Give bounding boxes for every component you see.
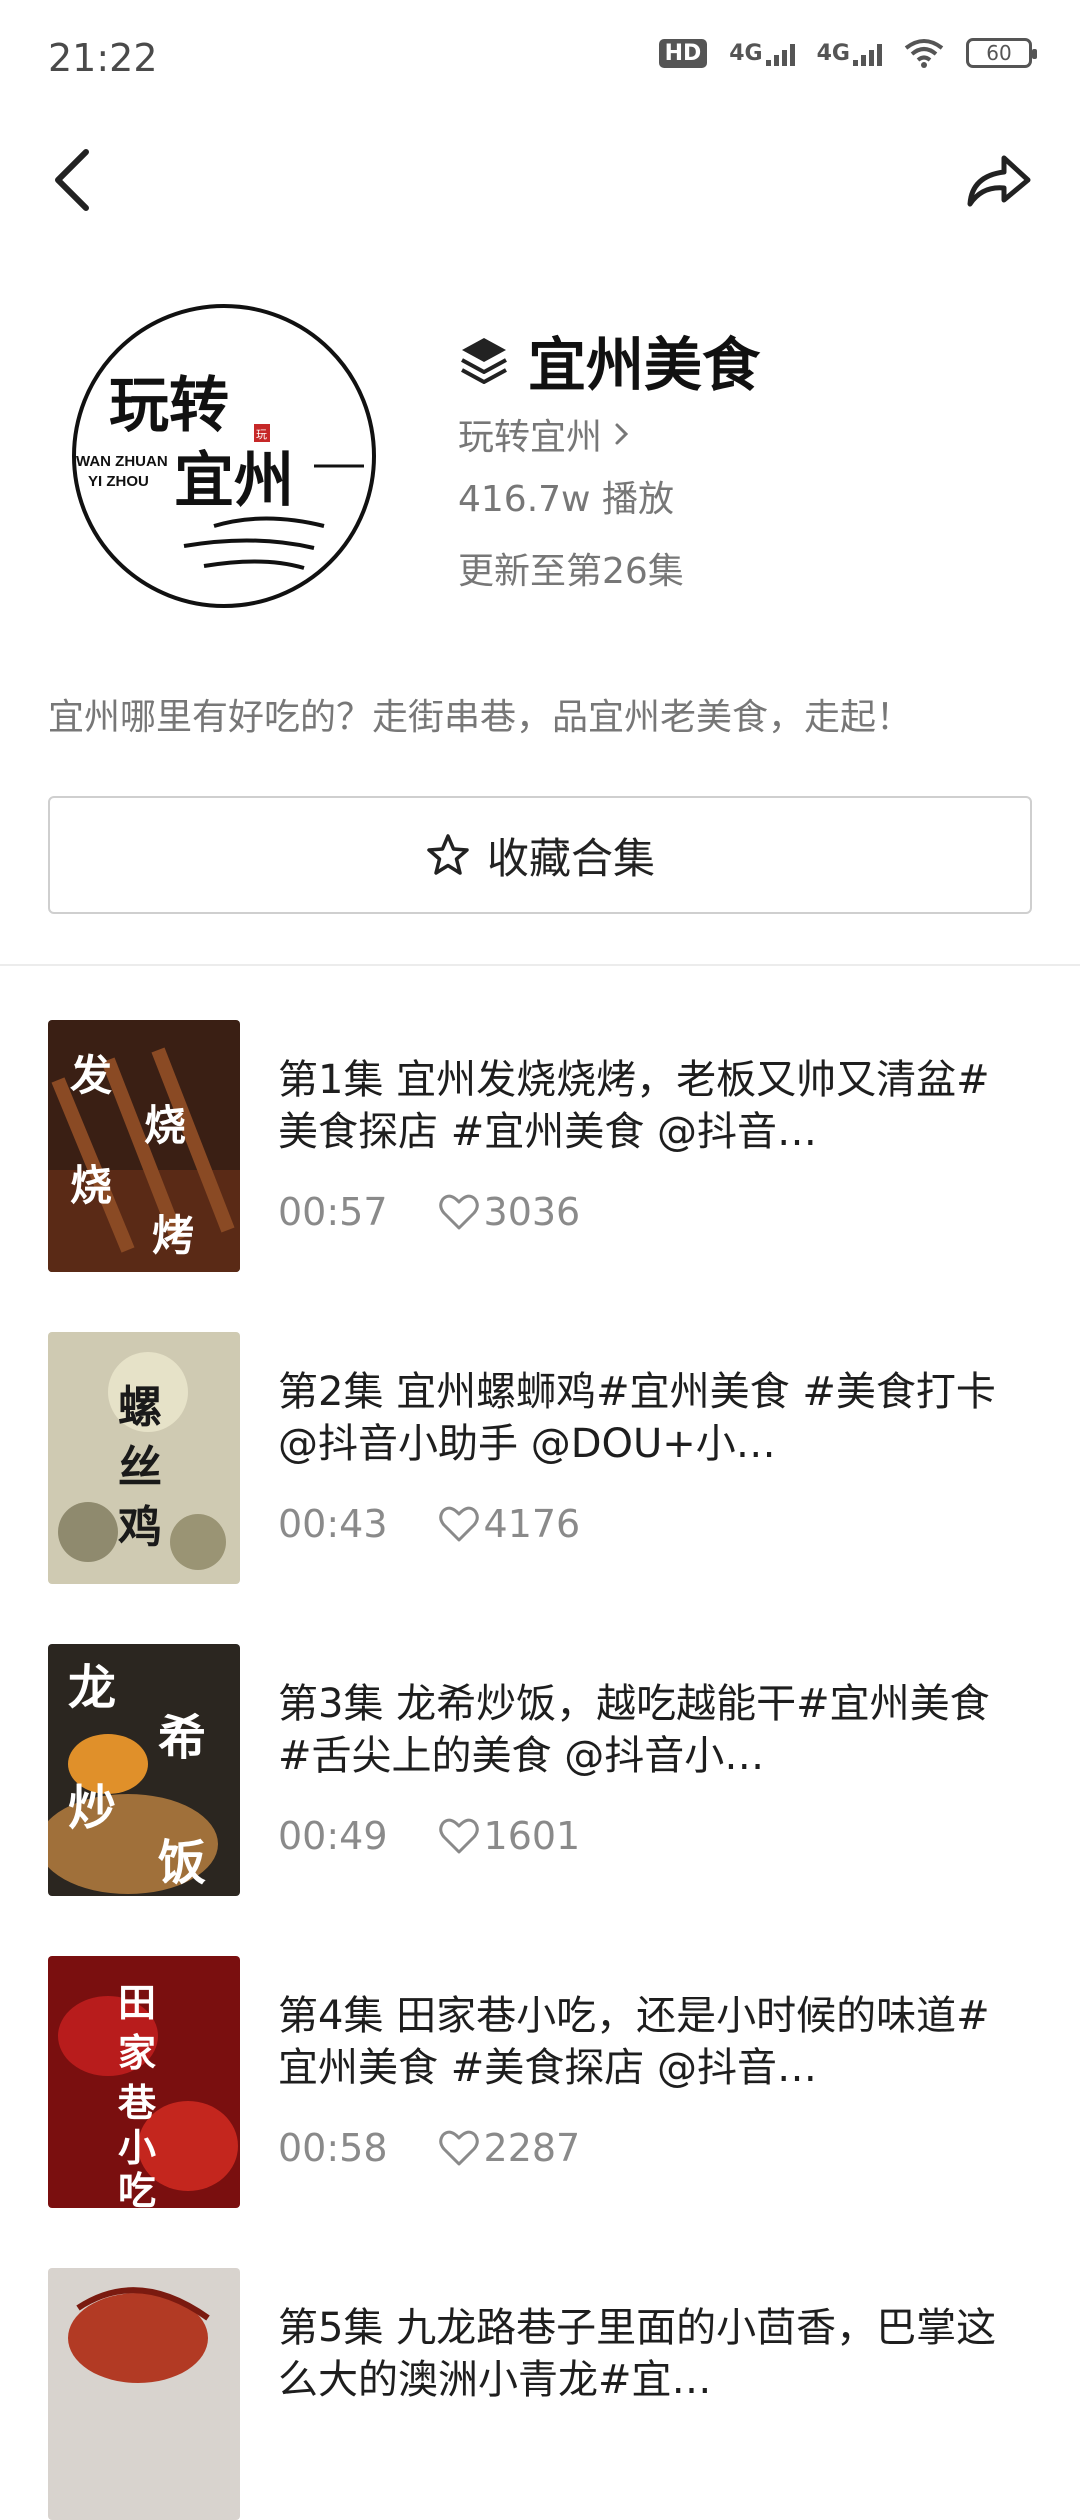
svg-text:烧: 烧 bbox=[70, 1161, 112, 1210]
chevron-right-icon bbox=[615, 423, 629, 445]
collect-button[interactable]: 收藏合集 bbox=[48, 796, 1032, 914]
episode-meta: 00:58 2287 bbox=[278, 2126, 580, 2170]
status-time: 21:22 bbox=[48, 36, 158, 80]
episode-likes-count: 2287 bbox=[483, 2126, 581, 2170]
episode-likes-count: 3036 bbox=[483, 1190, 581, 1234]
collect-label: 收藏合集 bbox=[486, 833, 655, 883]
network-label-1: 4G bbox=[729, 40, 763, 66]
star-icon bbox=[427, 834, 469, 875]
divider bbox=[0, 964, 1080, 966]
collection-title: 宜州美食 bbox=[528, 331, 761, 399]
episode-title: 第2集 宜州螺蛳鸡#宜州美食 #美食打卡 @抖音小助手 @DOU+小… bbox=[278, 1369, 996, 1467]
cover-en1: WAN ZHUAN bbox=[76, 453, 168, 470]
signal-icon-2: 4G bbox=[817, 41, 882, 66]
episode-likes-count: 1601 bbox=[483, 1814, 581, 1858]
episode-duration: 00:57 bbox=[278, 1190, 388, 1234]
heart-icon bbox=[438, 1818, 479, 1854]
episode-item-3[interactable]: 龙 希 炒 饭 第3集 龙希炒饭，越吃越能干#宜州美食 #舌尖上的美食 @抖音小… bbox=[48, 1644, 1048, 1896]
update-status: 更新至第26集 bbox=[458, 551, 684, 592]
episode-likes: 2287 bbox=[438, 2126, 581, 2170]
share-arrow-icon bbox=[967, 155, 1031, 207]
wifi-icon bbox=[904, 39, 944, 68]
episode-title: 第4集 田家巷小吃，还是小时候的味道#宜州美食 #美食探店 @抖音… bbox=[278, 1993, 990, 2091]
author-name: 玩转宜州 bbox=[458, 417, 603, 458]
signal-icon-1: 4G bbox=[729, 40, 795, 66]
play-count: 416.7w 播放 bbox=[458, 479, 674, 520]
hd-icon: HD bbox=[658, 38, 708, 68]
heart-icon bbox=[438, 1194, 479, 1230]
episode-item-5[interactable]: 第5集 九龙路巷子里面的小茴香，巴掌这么大的澳洲小青龙#宜… bbox=[48, 2268, 1048, 2520]
back-arrow-icon bbox=[55, 149, 89, 211]
svg-text:小: 小 bbox=[118, 2125, 156, 2170]
episode-duration: 00:58 bbox=[278, 2126, 388, 2170]
collection-title-row: 宜州美食 bbox=[458, 318, 760, 402]
episode-duration: 00:49 bbox=[278, 1814, 388, 1858]
episode-title: 第1集 宜州发烧烧烤，老板又帅又清盆#美食探店 #宜州美食 @抖音… bbox=[278, 1057, 990, 1155]
episode-likes: 3036 bbox=[438, 1190, 581, 1234]
episode-meta: 00:43 4176 bbox=[278, 1502, 580, 1546]
collection-description: 宜州哪里有好吃的？走街串巷，品宜州老美食，走起！ bbox=[48, 697, 913, 738]
back-button[interactable] bbox=[40, 140, 110, 220]
episode-likes: 4176 bbox=[438, 1502, 581, 1546]
author-link[interactable]: 玩转宜州 bbox=[458, 408, 632, 460]
episode-thumbnail: 发 烧 烧 烤 bbox=[48, 1020, 240, 1272]
svg-text:巷: 巷 bbox=[118, 2080, 157, 2125]
layers-icon bbox=[461, 338, 507, 384]
episode-meta: 00:57 3036 bbox=[278, 1190, 580, 1234]
svg-text:希: 希 bbox=[158, 1710, 206, 1766]
cover-en2: YI ZHOU bbox=[88, 473, 149, 490]
svg-text:烧: 烧 bbox=[144, 1101, 186, 1150]
share-button[interactable] bbox=[960, 140, 1040, 220]
svg-text:鸡: 鸡 bbox=[118, 1502, 162, 1553]
svg-text:龙: 龙 bbox=[68, 1660, 116, 1716]
episode-likes: 1601 bbox=[438, 1814, 581, 1858]
episode-title: 第3集 龙希炒饭，越吃越能干#宜州美食 #舌尖上的美食 @抖音小… bbox=[278, 1681, 990, 1779]
svg-text:饭: 饭 bbox=[158, 1835, 206, 1891]
episode-likes-count: 4176 bbox=[483, 1502, 581, 1546]
status-bar: 21:22 HD 4G 4G 60 bbox=[0, 0, 1080, 120]
svg-text:螺: 螺 bbox=[118, 1382, 162, 1433]
status-icons: HD 4G 4G 60 bbox=[658, 38, 1037, 68]
svg-text:发: 发 bbox=[70, 1051, 112, 1100]
episode-meta: 00:49 1601 bbox=[278, 1814, 580, 1858]
episode-thumbnail: 龙 希 炒 饭 bbox=[48, 1644, 240, 1896]
svg-text:田: 田 bbox=[118, 1980, 156, 2025]
episode-thumbnail: 田 家 巷 小 吃 bbox=[48, 1956, 240, 2208]
cover-line2: 宜州 bbox=[174, 446, 294, 516]
svg-text:炒: 炒 bbox=[68, 1780, 116, 1836]
episode-thumbnail: 螺 丝 鸡 bbox=[48, 1332, 240, 1584]
episode-title: 第5集 九龙路巷子里面的小茴香，巴掌这么大的澳洲小青龙#宜… bbox=[278, 2305, 997, 2403]
svg-text:丝: 丝 bbox=[118, 1442, 162, 1493]
collection-cover: 玩转 宜州 WAN ZHUAN YI ZHOU 玩 bbox=[64, 296, 384, 616]
episode-item-4[interactable]: 田 家 巷 小 吃 第4集 田家巷小吃，还是小时候的味道#宜州美食 #美食探店 … bbox=[48, 1956, 1048, 2208]
heart-icon bbox=[438, 2130, 479, 2166]
episode-item-2[interactable]: 螺 丝 鸡 第2集 宜州螺蛳鸡#宜州美食 #美食打卡 @抖音小助手 @DOU+小… bbox=[48, 1332, 1048, 1584]
svg-text:家: 家 bbox=[118, 2030, 156, 2075]
cover-line1: 玩转 bbox=[109, 371, 229, 441]
episode-thumbnail bbox=[48, 2268, 240, 2520]
svg-text:吃: 吃 bbox=[118, 2168, 156, 2208]
episode-duration: 00:43 bbox=[278, 1502, 388, 1546]
svg-text:烤: 烤 bbox=[152, 1211, 194, 1260]
network-label-2: 4G bbox=[816, 40, 850, 66]
cover-stamp: 玩 bbox=[256, 428, 267, 441]
episode-item-1[interactable]: 发 烧 烧 烤 第1集 宜州发烧烧烤，老板又帅又清盆#美食探店 #宜州美食 @抖… bbox=[48, 1020, 1048, 1272]
battery-icon: 60 bbox=[966, 38, 1037, 68]
heart-icon bbox=[438, 1506, 479, 1542]
